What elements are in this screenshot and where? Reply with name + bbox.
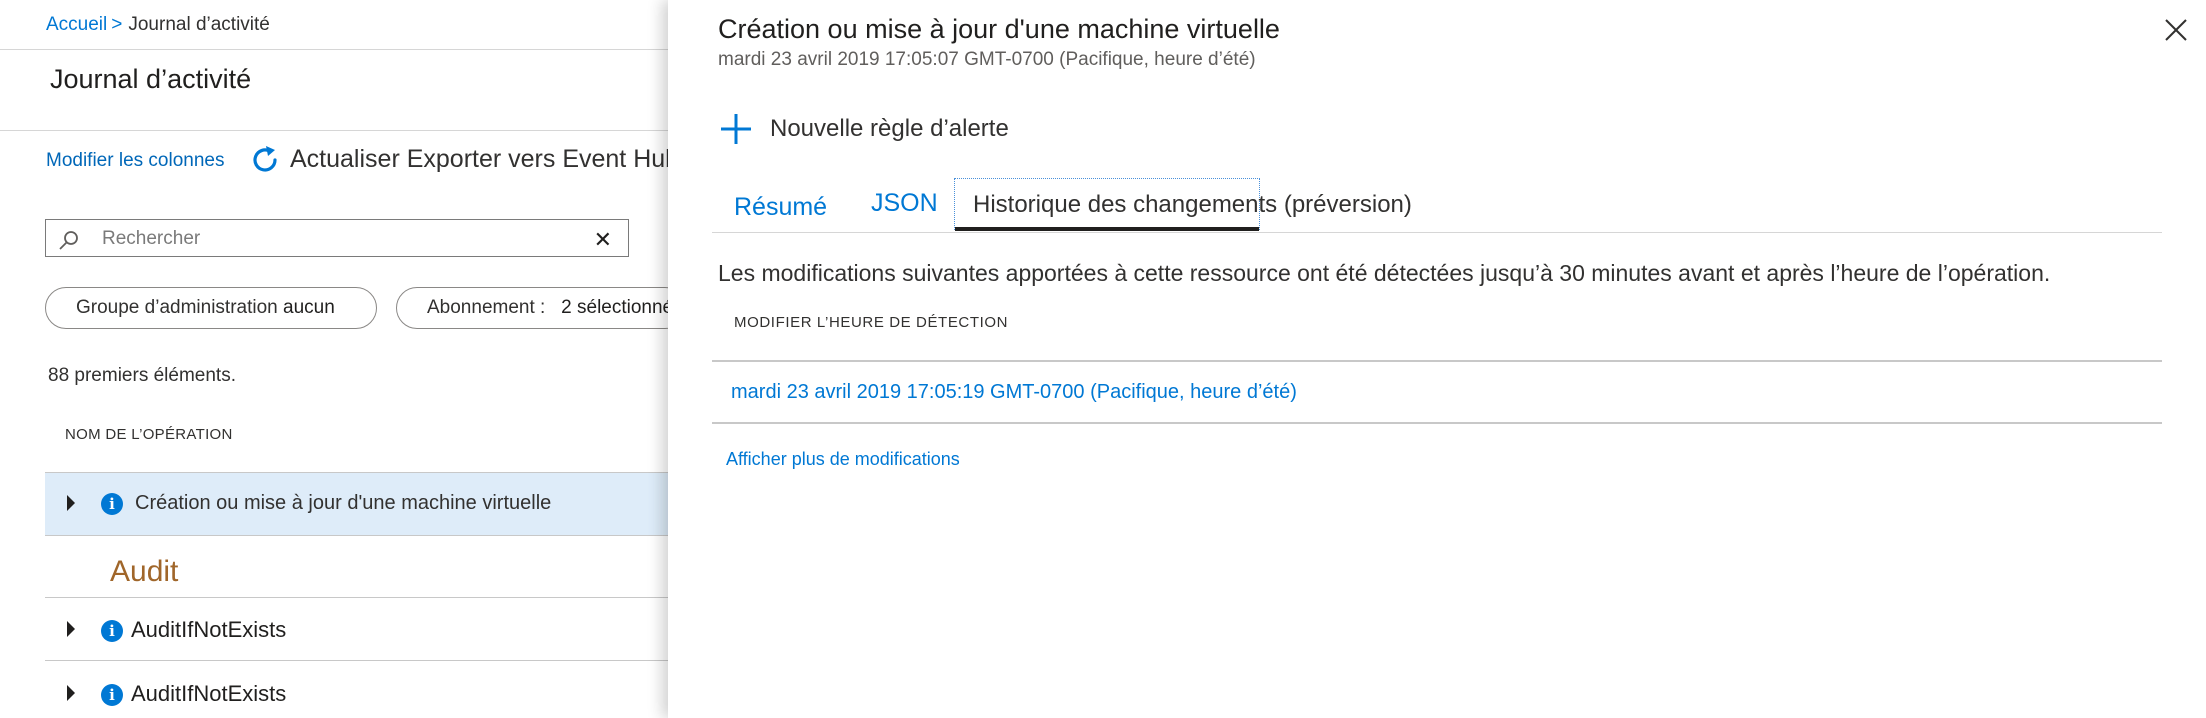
edit-columns-button[interactable]: Modifier les colonnes [46, 150, 224, 172]
search-input[interactable]: Rechercher ✕ [45, 219, 629, 257]
breadcrumb-home-link[interactable]: Accueil [46, 14, 107, 35]
filter-value: 2 sélectionnés [561, 297, 668, 318]
row-operation-name: AuditIfNotExists [131, 681, 287, 706]
table-row[interactable]: i AuditIfNotExists [45, 661, 668, 718]
refresh-button[interactable]: Actualiser [290, 145, 400, 173]
operation-detail-panel: Création ou mise à jour d'une machine vi… [668, 0, 2206, 718]
caret-right-icon[interactable] [67, 685, 75, 701]
page-title: Journal d’activité [50, 64, 252, 94]
table-row[interactable]: i AuditIfNotExists [45, 598, 668, 660]
column-header-detection-time: MODIFIER L’HEURE DE DÉTECTION [734, 314, 1009, 331]
filter-label: Abonnement : [427, 297, 546, 318]
caret-right-icon[interactable] [67, 621, 75, 637]
row-operation-name: AuditIfNotExists [131, 617, 287, 642]
filter-value: aucun [283, 297, 335, 318]
tab-change-history-label: Historique des changements (préversion) [973, 191, 1412, 218]
change-history-description: Les modifications suivantes apportées à … [718, 260, 2051, 286]
group-header: Audit [110, 555, 179, 588]
activity-log-blade: Accueil > Journal d’activité Journal d’act… [0, 0, 668, 718]
search-placeholder: Rechercher [102, 228, 201, 249]
refresh-icon[interactable] [248, 143, 282, 177]
info-icon: i [101, 620, 123, 642]
active-tab-indicator [955, 227, 1259, 231]
info-icon: i [101, 493, 123, 515]
plus-icon[interactable] [720, 113, 752, 145]
divider [712, 360, 2162, 362]
close-icon[interactable] [2162, 16, 2190, 44]
subscription-filter[interactable]: Abonnement : 2 sélectionnés [396, 287, 668, 329]
breadcrumb-separator: > [111, 14, 123, 35]
caret-right-icon[interactable] [67, 495, 75, 511]
divider [0, 130, 668, 131]
clear-icon[interactable]: ✕ [594, 227, 612, 253]
breadcrumb: Accueil > Journal d’activité [46, 14, 270, 36]
column-header-operation[interactable]: NOM DE L’OPÉRATION [65, 426, 233, 443]
breadcrumb-current: Journal d’activité [128, 14, 270, 35]
divider [0, 49, 668, 50]
change-item-link[interactable]: mardi 23 avril 2019 17:05:19 GMT-0700 (P… [731, 381, 1297, 404]
filter-label: Groupe d’administration [76, 297, 278, 318]
panel-timestamp: mardi 23 avril 2019 17:05:07 GMT-0700 (P… [718, 49, 1256, 70]
divider [712, 422, 2162, 424]
export-event-hub-button[interactable]: Exporter vers Event Hub [407, 145, 668, 173]
tab-json[interactable]: JSON [871, 189, 938, 218]
result-count: 88 premiers éléments. [48, 365, 236, 386]
toolbar-actions: Actualiser Exporter vers Event Hub [290, 145, 668, 174]
tabs-divider [712, 232, 2162, 233]
panel-title: Création ou mise à jour d'une machine vi… [718, 14, 1280, 44]
tab-change-history[interactable]: Historique des changements (préversion) [954, 178, 1412, 231]
tab-summary[interactable]: Résumé [734, 193, 827, 222]
management-group-filter[interactable]: Groupe d’administration aucun [45, 287, 377, 329]
new-alert-rule-button[interactable]: Nouvelle règle d’alerte [770, 115, 1009, 143]
table-row[interactable]: i Création ou mise à jour d'une machine … [45, 472, 668, 536]
row-operation-name: Création ou mise à jour d'une machine vi… [135, 492, 552, 514]
info-icon: i [101, 684, 123, 706]
show-more-changes-link[interactable]: Afficher plus de modifications [726, 449, 960, 470]
search-icon [59, 231, 78, 250]
